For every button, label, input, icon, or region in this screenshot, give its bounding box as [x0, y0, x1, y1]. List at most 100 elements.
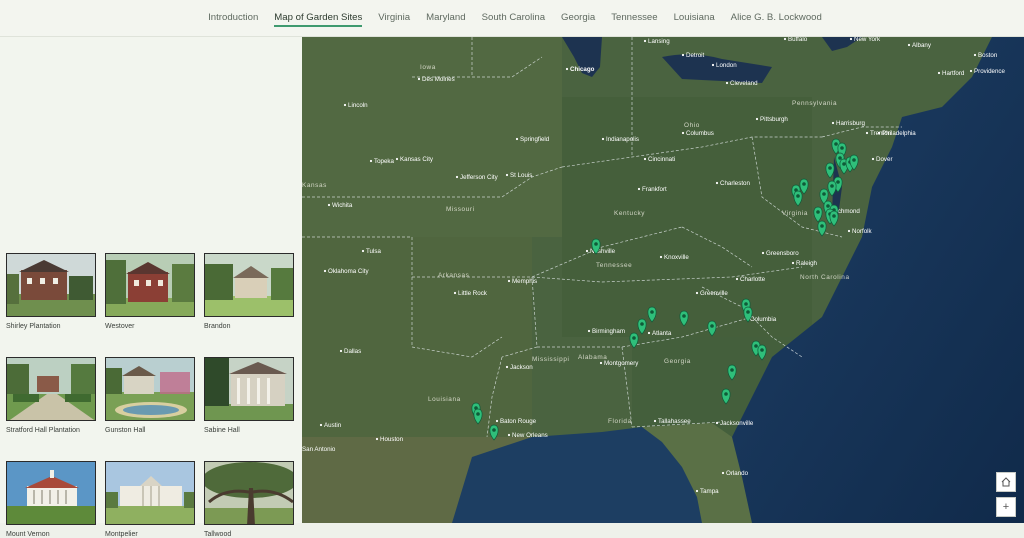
city-label: Columbus [686, 130, 714, 137]
city-dot [323, 269, 327, 273]
city-dot [907, 43, 911, 47]
garden-photo[interactable] [204, 461, 294, 525]
gallery-caption: Shirley Plantation [6, 323, 61, 330]
city-dot [507, 433, 511, 437]
garden-sites-map[interactable]: Chicago Lansing Detroit London Buffalo New Yo… [302, 37, 1024, 523]
gallery-item-stratford-hall[interactable]: Stratford Hall Plantation [6, 357, 96, 434]
tab-maryland[interactable]: Maryland [426, 0, 465, 36]
city-dot [969, 69, 973, 73]
city-label: St Louis [510, 172, 532, 179]
city-label: Jacksonville [720, 420, 754, 427]
map-pin-center [492, 428, 496, 432]
state-label: Virginia [782, 210, 808, 217]
city-dot [643, 39, 647, 43]
state-label: Kansas [302, 182, 327, 189]
city-dot [585, 249, 589, 253]
city-dot [369, 159, 373, 163]
gallery-caption: Westover [105, 323, 135, 330]
city-dot [711, 63, 715, 67]
garden-photo[interactable] [6, 357, 96, 421]
map-pin-center [594, 242, 598, 246]
city-label: Pittsburgh [760, 116, 788, 123]
map-pin-center [836, 180, 840, 184]
map-pin-center [838, 156, 842, 160]
city-dot [515, 137, 519, 141]
city-dot [395, 157, 399, 161]
tab-map-of-garden-sites[interactable]: Map of Garden Sites [274, 0, 363, 36]
city-label: Knoxville [664, 254, 689, 261]
city-label: Cleveland [730, 80, 758, 87]
gallery-item-tallwood[interactable]: Tallwood [204, 461, 294, 538]
state-label: Ohio [684, 122, 700, 129]
map-pin-center [724, 392, 728, 396]
tab-south-carolina[interactable]: South Carolina [482, 0, 545, 36]
map-pin-center [744, 302, 748, 306]
gallery-item-sabine-hall[interactable]: Sabine Hall [204, 357, 294, 434]
tab-virginia[interactable]: Virginia [378, 0, 410, 36]
garden-photo[interactable] [204, 253, 294, 317]
map-canvas[interactable]: Chicago Lansing Detroit London Buffalo New Yo… [302, 37, 1024, 523]
state-label: Iowa [420, 64, 436, 71]
city-dot [791, 261, 795, 265]
state-label: Louisiana [428, 396, 461, 403]
tab-alice-lockwood[interactable]: Alice G. B. Lockwood [731, 0, 822, 36]
state-label: North Carolina [800, 274, 850, 281]
city-dot [453, 291, 457, 295]
city-label: Topeka [374, 158, 395, 165]
city-label: Charlotte [740, 276, 766, 283]
city-label: Charleston [720, 180, 750, 187]
tab-introduction[interactable]: Introduction [208, 0, 258, 36]
garden-photo[interactable] [6, 461, 96, 525]
gallery-item-mount-vernon[interactable]: Mount Vernon [6, 461, 96, 538]
city-dot [327, 203, 331, 207]
garden-photo[interactable] [105, 461, 195, 525]
home-icon [1001, 477, 1011, 487]
gallery-caption: Gunston Hall [105, 427, 146, 434]
city-dot [937, 71, 941, 75]
city-label: Kansas City [400, 156, 434, 163]
city-label: Jackson [510, 364, 533, 371]
garden-photo[interactable] [6, 253, 96, 317]
city-label: Buffalo [788, 37, 808, 43]
city-dot [871, 157, 875, 161]
tab-louisiana[interactable]: Louisiana [674, 0, 715, 36]
map-pin-center [746, 310, 750, 314]
city-dot [375, 437, 379, 441]
city-label: Tallahassee [658, 418, 691, 425]
city-dot [339, 349, 343, 353]
map-pin-center [834, 142, 838, 146]
state-label: Missouri [446, 206, 475, 213]
city-dot [505, 173, 509, 177]
city-dot [507, 279, 511, 283]
map-pin-center [822, 192, 826, 196]
map-pin-center [826, 204, 830, 208]
city-label: Harrisburg [836, 120, 865, 127]
garden-photo[interactable] [105, 357, 195, 421]
map-pin-center [830, 184, 834, 188]
city-label: Greensboro [766, 250, 799, 257]
gallery-item-westover[interactable]: Westover [105, 253, 195, 330]
city-label: Cincinnati [648, 156, 675, 163]
city-dot [681, 131, 685, 135]
state-label: Tennessee [596, 262, 632, 269]
gallery-item-shirley-plantation[interactable]: Shirley Plantation [6, 253, 96, 330]
city-dot [637, 187, 641, 191]
city-dot [599, 361, 603, 365]
city-dot [755, 117, 759, 121]
map-pin-center [632, 336, 636, 340]
city-label: Detroit [686, 52, 705, 59]
home-button[interactable] [996, 472, 1016, 492]
tab-tennessee[interactable]: Tennessee [611, 0, 657, 36]
garden-photo[interactable] [204, 357, 294, 421]
zoom-in-button[interactable]: + [996, 497, 1016, 517]
city-dot [643, 157, 647, 161]
city-label: Chicago [570, 66, 595, 73]
city-label: Dallas [344, 348, 361, 355]
city-label: San Antonio [302, 446, 336, 453]
city-dot [647, 331, 651, 335]
tab-georgia[interactable]: Georgia [561, 0, 595, 36]
gallery-item-gunston-hall[interactable]: Gunston Hall [105, 357, 195, 434]
gallery-item-brandon[interactable]: Brandon [204, 253, 294, 330]
garden-photo[interactable] [105, 253, 195, 317]
gallery-item-montpelier[interactable]: Montpelier [105, 461, 195, 538]
